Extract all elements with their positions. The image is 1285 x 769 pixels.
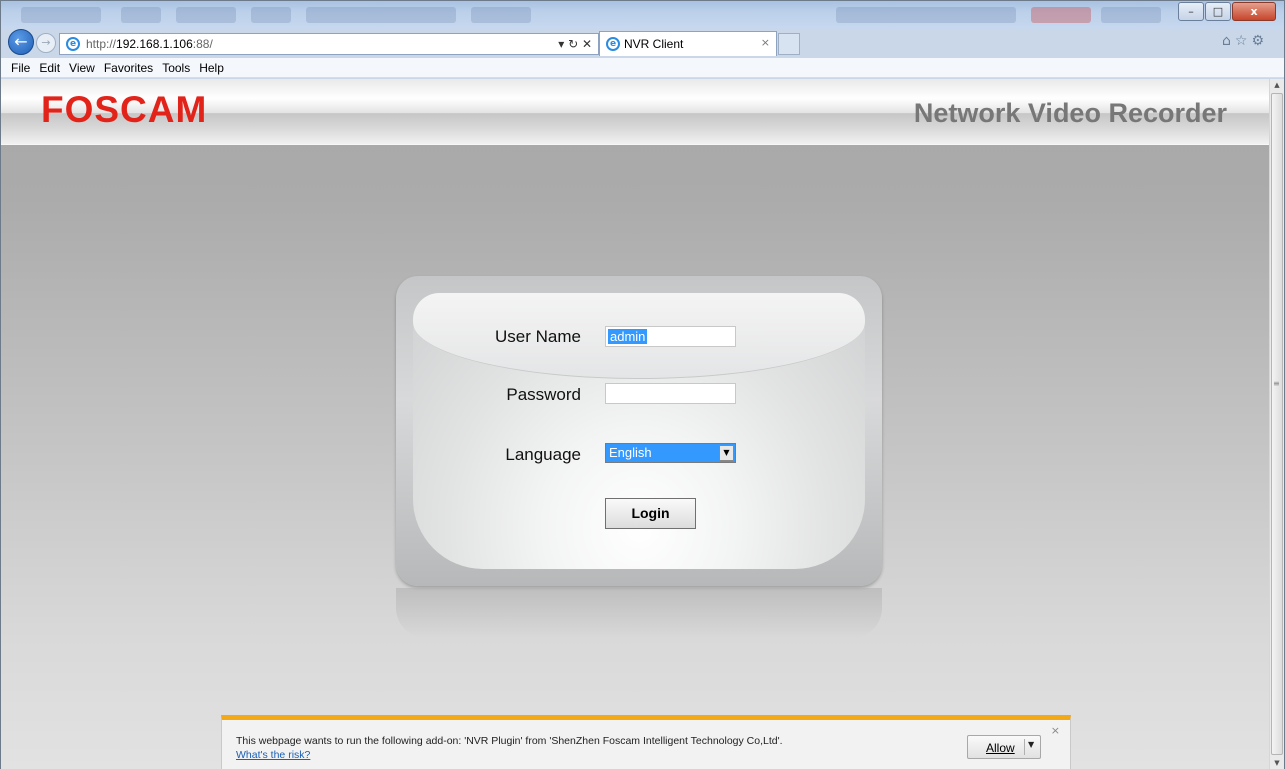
password-field[interactable]	[605, 383, 736, 404]
scroll-down-icon[interactable]: ▼	[1270, 757, 1284, 769]
username-field[interactable]: admin	[605, 326, 736, 347]
language-select[interactable]: English ▼	[605, 443, 736, 463]
menu-favorites[interactable]: Favorites	[104, 58, 153, 75]
address-url[interactable]: http://192.168.1.106:88/	[86, 37, 213, 51]
language-value: English	[609, 445, 652, 460]
blurred-tab-strip	[1031, 7, 1091, 23]
page-content: FOSCAM Network Video Recorder User Name …	[1, 79, 1269, 769]
allow-label: Allow	[986, 741, 1015, 755]
close-window-button[interactable]: x	[1232, 2, 1276, 21]
new-tab-button[interactable]	[778, 33, 800, 55]
notification-message: This webpage wants to run the following …	[236, 735, 783, 747]
ie-logo-icon: e	[606, 37, 620, 51]
menu-file[interactable]: File	[11, 58, 30, 75]
maximize-button[interactable]: □	[1205, 2, 1231, 21]
chevron-down-icon[interactable]: ▼	[1028, 740, 1034, 749]
tab-nvr-client[interactable]: e NVR Client ×	[599, 31, 777, 56]
menu-edit[interactable]: Edit	[39, 58, 60, 75]
blurred-tab-strip	[471, 7, 531, 23]
refresh-stop-controls[interactable]: ▾ ↻ ✕	[558, 37, 592, 51]
scrollbar-grip-icon: ≡	[1273, 379, 1280, 388]
scroll-up-icon[interactable]: ▲	[1270, 79, 1284, 92]
whats-the-risk-link[interactable]: What's the risk?	[236, 749, 310, 761]
blurred-tab-strip	[306, 7, 456, 23]
blurred-tab-strip	[21, 7, 101, 23]
scrollbar-thumb[interactable]	[1271, 93, 1283, 755]
close-icon: x	[1250, 5, 1258, 18]
toolbar-icons[interactable]: ⌂☆⚙	[1222, 33, 1268, 49]
browser-window: – □ x ← → e http://192.168.1.106:88/ ▾ ↻…	[0, 0, 1285, 769]
blurred-tab-strip	[1101, 7, 1161, 23]
login-panel: User Name admin Password Language Englis…	[396, 276, 882, 586]
url-scheme: http://	[86, 37, 117, 51]
minimize-icon: –	[1188, 5, 1194, 18]
minimize-button[interactable]: –	[1178, 2, 1204, 21]
close-icon[interactable]: ×	[1051, 724, 1060, 737]
url-port: :88/	[192, 37, 213, 51]
blurred-tab-strip	[176, 7, 236, 23]
maximize-icon: □	[1212, 5, 1224, 18]
url-host: 192.168.1.106	[116, 37, 193, 51]
blurred-tab-strip	[836, 7, 1016, 23]
menu-view[interactable]: View	[69, 58, 95, 75]
title-bar: – □ x	[1, 1, 1284, 29]
vertical-scrollbar[interactable]: ▲ ≡ ▼	[1269, 79, 1284, 769]
login-button[interactable]: Login	[605, 498, 696, 529]
password-label: Password	[506, 385, 581, 404]
allow-separator	[1024, 739, 1025, 755]
back-button[interactable]: ←	[8, 29, 34, 55]
menu-tools[interactable]: Tools	[162, 58, 190, 75]
language-label: Language	[505, 445, 581, 464]
forward-button[interactable]: →	[36, 33, 56, 53]
tab-close-icon[interactable]: ×	[761, 36, 770, 49]
page-header: FOSCAM Network Video Recorder	[1, 79, 1269, 145]
username-value: admin	[608, 329, 648, 344]
back-arrow-icon: ←	[14, 32, 28, 51]
username-label: User Name	[495, 327, 581, 346]
window-controls: – □ x	[1177, 2, 1276, 21]
blurred-tab-strip	[121, 7, 161, 23]
address-bar[interactable]: e http://192.168.1.106:88/ ▾ ↻ ✕	[59, 33, 599, 55]
page-subtitle: Network Video Recorder	[913, 98, 1227, 128]
foscam-logo: FOSCAM	[41, 89, 208, 130]
blurred-tab-strip	[251, 7, 291, 23]
menu-bar: File Edit View Favorites Tools Help	[1, 58, 1284, 78]
allow-button[interactable]: Allow ▼	[967, 735, 1041, 759]
login-panel-reflection	[396, 588, 882, 638]
tab-title: NVR Client	[624, 37, 684, 51]
ie-logo-icon: e	[66, 37, 80, 51]
menu-help[interactable]: Help	[199, 58, 224, 75]
chevron-down-icon[interactable]: ▼	[719, 445, 734, 461]
forward-arrow-icon: →	[41, 36, 51, 49]
addon-notification-bar: This webpage wants to run the following …	[221, 715, 1071, 769]
